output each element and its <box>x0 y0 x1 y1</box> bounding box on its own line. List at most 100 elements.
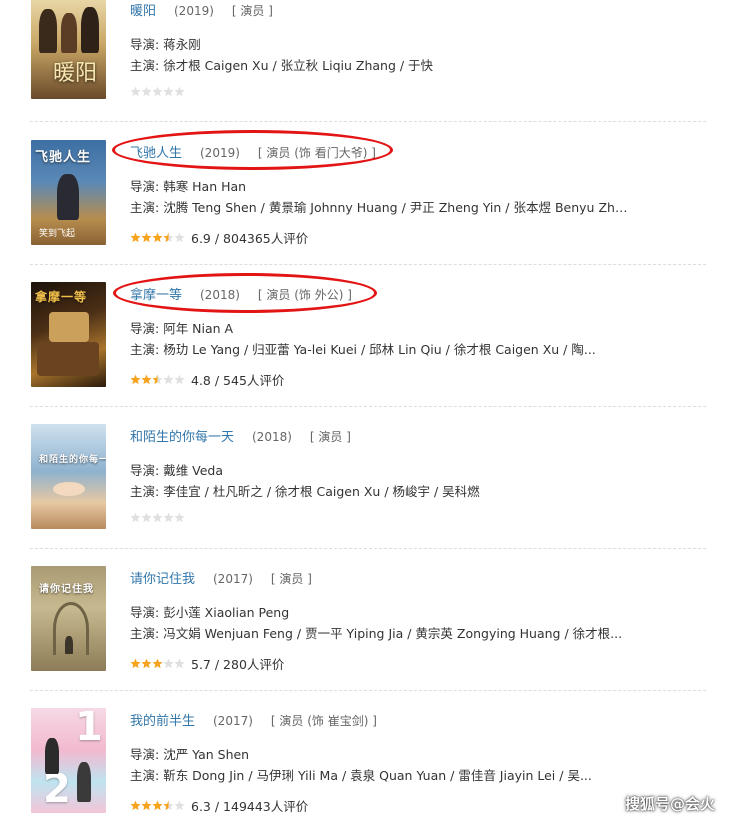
movie-year: (2018) <box>200 288 240 302</box>
director-label: 导演: <box>130 179 164 194</box>
star-rating <box>130 800 185 811</box>
star-icon <box>141 512 152 523</box>
cast-names: 李佳宜 / 杜凡昕之 / 徐才根 Caigen Xu / 杨峻宇 / 吴科燃 <box>163 484 480 499</box>
title-line: 和陌生的你每一天 (2018) [ 演员 ] <box>130 426 351 446</box>
director-label: 导演: <box>130 605 164 620</box>
title-line: 暖阳 (2019) [ 演员 ] <box>130 0 273 20</box>
poster-number: 1 <box>75 708 103 750</box>
movie-poster[interactable]: 请你记住我 <box>31 566 106 671</box>
cast-label: 主演: <box>130 58 164 73</box>
list-item: 1 2 我的前半生 (2017) [ 演员 (饰 崔宝剑) ] 导演: 沈严 Y… <box>0 692 733 834</box>
star-icon <box>174 374 185 385</box>
movie-role: [ 演员 ] <box>270 572 312 586</box>
title-line: 我的前半生 (2017) [ 演员 (饰 崔宝剑) ] <box>130 710 377 730</box>
list-item: 暖阳 暖阳 (2019) [ 演员 ] 导演: 蒋永刚 主演: 徐才根 Caig… <box>0 0 733 124</box>
star-icon <box>163 658 174 669</box>
star-icon <box>130 374 141 385</box>
title-line: 飞驰人生 (2019) [ 演员 (饰 看门大爷) ] <box>130 142 376 162</box>
star-icon <box>152 86 163 97</box>
star-icon <box>130 512 141 523</box>
cast-line: 主演: 杨玏 Le Yang / 归亚蕾 Ya-lei Kuei / 邱林 Li… <box>130 339 630 358</box>
poster-title-text: 和陌生的你每一天 <box>39 455 106 465</box>
poster-figure <box>65 636 73 654</box>
star-icon <box>141 232 152 243</box>
poster-subtitle: 笑到飞起 <box>39 229 76 239</box>
divider <box>30 264 706 265</box>
poster-figure <box>77 762 91 802</box>
list-item: 请你记住我 请你记住我 (2017) [ 演员 ] 导演: 彭小莲 Xiaoli… <box>0 550 733 692</box>
title-line: 请你记住我 (2017) [ 演员 ] <box>130 568 312 588</box>
star-icon <box>174 800 185 811</box>
star-icon <box>152 800 163 811</box>
rating-text: 6.3 / 149443人评价 <box>191 799 309 814</box>
poster-figure <box>45 738 59 774</box>
movie-year: (2017) <box>213 572 253 586</box>
movie-poster[interactable]: 和陌生的你每一天 <box>31 424 106 529</box>
star-icon <box>152 512 163 523</box>
movie-poster[interactable]: 1 2 <box>31 708 106 813</box>
star-icon <box>174 232 185 243</box>
director-name: 阿年 Nian A <box>163 321 234 336</box>
divider <box>30 690 706 691</box>
rating-line: 4.8 / 545人评价 <box>130 370 284 389</box>
rating-line <box>130 86 191 97</box>
director-line: 导演: 蒋永刚 <box>130 34 630 53</box>
movie-title-link[interactable]: 暖阳 <box>130 4 156 19</box>
divider <box>30 548 706 549</box>
poster-title-text: 暖阳 <box>53 61 98 86</box>
cast-names: 徐才根 Caigen Xu / 张立秋 Liqiu Zhang / 于快 <box>163 58 434 73</box>
poster-figure <box>57 174 79 220</box>
poster-figure <box>39 9 57 53</box>
divider <box>30 121 706 122</box>
director-label: 导演: <box>130 37 164 52</box>
director-line: 导演: 阿年 Nian A <box>130 318 630 337</box>
list-item: 和陌生的你每一天 和陌生的你每一天 (2018) [ 演员 ] 导演: 戴维 V… <box>0 408 733 550</box>
movie-title-link[interactable]: 和陌生的你每一天 <box>130 430 234 445</box>
rating-line: 6.9 / 804365人评价 <box>130 228 308 247</box>
cast-names: 沈腾 Teng Shen / 黄景瑜 Johnny Huang / 尹正 Zhe… <box>163 200 630 215</box>
movie-poster[interactable]: 拿摩一等 <box>31 282 106 387</box>
poster-title-text: 飞驰人生 <box>35 150 92 165</box>
divider <box>30 406 706 407</box>
director-name: 沈严 Yan Shen <box>163 747 250 762</box>
movie-title-link[interactable]: 请你记住我 <box>130 572 195 587</box>
cast-label: 主演: <box>130 768 164 783</box>
director-line: 导演: 戴维 Veda <box>130 460 630 479</box>
cast-label: 主演: <box>130 484 164 499</box>
star-icon <box>163 374 174 385</box>
star-icon <box>163 512 174 523</box>
title-line: 拿摩一等 (2018) [ 演员 (饰 外公) ] <box>130 284 352 304</box>
cast-names: 靳东 Dong Jin / 马伊琍 Yili Ma / 袁泉 Quan Yuan… <box>163 768 592 783</box>
list-item: 拿摩一等 拿摩一等 (2018) [ 演员 (饰 外公) ] 导演: 阿年 Ni… <box>0 266 733 408</box>
watermark: 搜狐号@会火 <box>624 795 715 813</box>
star-icon <box>152 658 163 669</box>
movie-poster[interactable]: 飞驰人生 笑到飞起 <box>31 140 106 245</box>
director-line: 导演: 沈严 Yan Shen <box>130 744 630 763</box>
star-rating <box>130 232 185 243</box>
poster-figure <box>81 7 99 53</box>
cast-names: 冯文娟 Wenjuan Feng / 贾一平 Yiping Jia / 黄宗英 … <box>163 626 623 641</box>
movie-poster[interactable]: 暖阳 <box>31 0 106 99</box>
cast-line: 主演: 李佳宜 / 杜凡昕之 / 徐才根 Caigen Xu / 杨峻宇 / 吴… <box>130 481 630 500</box>
movie-year: (2017) <box>213 714 253 728</box>
movie-year: (2018) <box>252 430 292 444</box>
movie-title-link[interactable]: 我的前半生 <box>130 714 195 729</box>
movie-title-link[interactable]: 飞驰人生 <box>130 146 182 161</box>
movie-year: (2019) <box>200 146 240 160</box>
rating-text: 5.7 / 280人评价 <box>191 657 285 672</box>
movie-year: (2019) <box>174 4 214 18</box>
cast-line: 主演: 冯文娟 Wenjuan Feng / 贾一平 Yiping Jia / … <box>130 623 630 642</box>
movie-role: [ 演员 ] <box>231 4 273 18</box>
movie-title-link[interactable]: 拿摩一等 <box>130 288 182 303</box>
cast-line: 主演: 沈腾 Teng Shen / 黄景瑜 Johnny Huang / 尹正… <box>130 197 630 216</box>
rating-line: 5.7 / 280人评价 <box>130 654 284 673</box>
poster-figure <box>49 312 89 342</box>
movie-role: [ 演员 ] <box>309 430 351 444</box>
director-name: 蒋永刚 <box>163 37 201 52</box>
poster-title-text: 请你记住我 <box>39 584 94 595</box>
star-icon <box>174 658 185 669</box>
star-icon <box>130 86 141 97</box>
director-label: 导演: <box>130 321 164 336</box>
rating-text: 6.9 / 804365人评价 <box>191 231 309 246</box>
director-label: 导演: <box>130 747 164 762</box>
